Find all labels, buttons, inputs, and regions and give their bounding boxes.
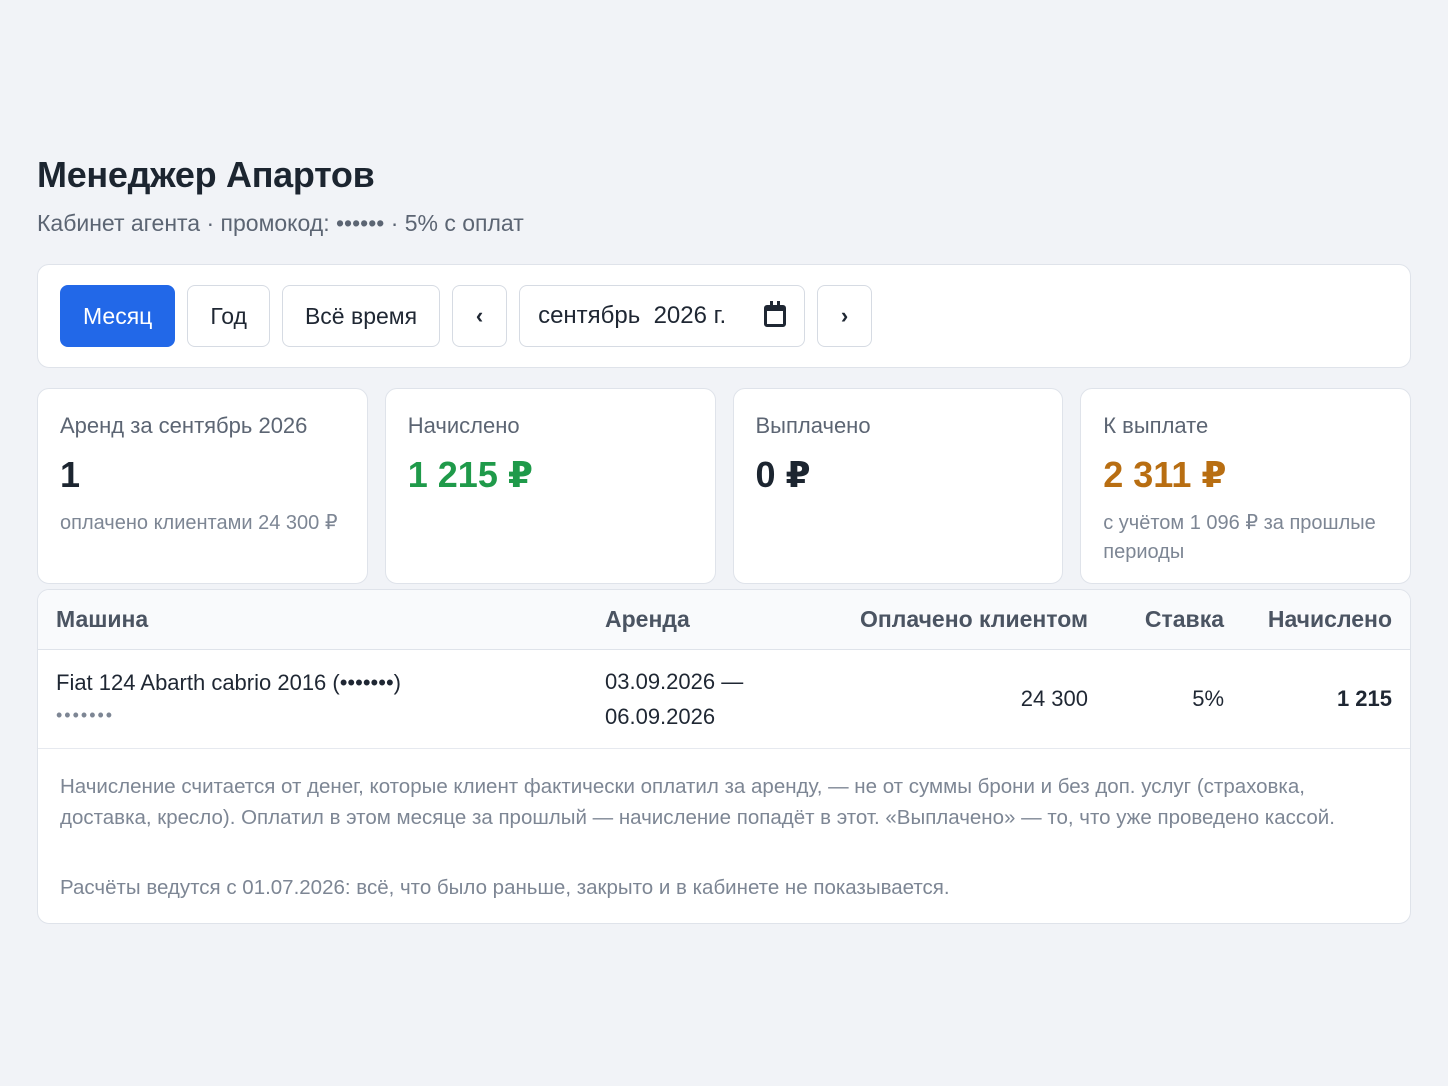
note-accrual-rules: Начисление считается от денег, которые к… (60, 774, 1335, 830)
period-toolbar: Месяц Год Всё время ‹ сентябрь 2026 г. › (37, 264, 1411, 368)
next-period-button[interactable]: › (817, 285, 873, 347)
month-picker[interactable]: сентябрь 2026 г. (519, 285, 806, 347)
rentals-card: Аренд за сентябрь 2026 1 оплачено клиент… (37, 388, 368, 584)
chevron-right-icon: › (840, 303, 849, 328)
accrued-card: Начислено 1 215 ₽ (384, 388, 716, 584)
car-name: Fiat 124 Abarth cabrio 2016 (•••••••) (56, 669, 401, 695)
rental-from: 03.09.2026 — (605, 668, 744, 694)
paid-card: Выплачено 0 ₽ (732, 388, 1064, 584)
paid-label: Выплачено (755, 413, 871, 438)
accruals-table: Машина Аренда Оплачено клиентом Ставка Н… (38, 590, 1410, 749)
col-rate: Ставка (1106, 590, 1242, 650)
accruals-table-panel: Машина Аренда Оплачено клиентом Ставка Н… (37, 589, 1411, 924)
page-title: Менеджер Апартов (37, 154, 375, 195)
table-row: Fiat 124 Abarth cabrio 2016 (•••••••) ••… (38, 649, 1410, 749)
chevron-left-icon: ‹ (475, 303, 484, 328)
rental-to: 06.09.2026 (605, 703, 716, 729)
paid-value: 0 ₽ (755, 454, 811, 495)
note-calculation-start: Расчёты ведутся с 01.07.2026: всё, что б… (60, 875, 950, 899)
period-all-time-button[interactable]: Всё время (281, 285, 441, 347)
to-pay-value: 2 311 ₽ (1103, 454, 1227, 495)
to-pay-label: К выплате (1103, 413, 1209, 438)
prev-period-button[interactable]: ‹ (452, 285, 508, 347)
page-subtitle: Кабинет агента · промокод: •••••• · 5% с… (37, 210, 524, 236)
rentals-note: оплачено клиентами 24 300 ₽ (60, 512, 338, 534)
cell-rate: 5% (1106, 649, 1242, 749)
rentals-label: Аренд за сентябрь 2026 (60, 413, 308, 438)
col-rental: Аренда (587, 590, 827, 650)
month-picker-value: сентябрь 2026 г. (538, 302, 727, 329)
cell-car: Fiat 124 Abarth cabrio 2016 (•••••••) ••… (38, 649, 587, 749)
explanation-notes: Начисление считается от денег, которые к… (38, 749, 1410, 924)
col-accrued: Начислено (1242, 590, 1410, 650)
period-year-button[interactable]: Год (187, 285, 270, 347)
accrued-label: Начислено (407, 413, 520, 438)
cell-accrued: 1 215 (1242, 649, 1410, 749)
accrued-value: 1 215 ₽ (407, 454, 533, 495)
col-paid-by-client: Оплачено клиентом (827, 590, 1106, 650)
to-pay-card: К выплате 2 311 ₽ с учётом 1 096 ₽ за пр… (1080, 388, 1411, 584)
cell-paid-by-client: 24 300 (827, 649, 1106, 749)
car-plate: ••••••• (56, 704, 115, 725)
period-month-button[interactable]: Месяц (60, 285, 176, 347)
rentals-value: 1 (60, 454, 81, 495)
col-car: Машина (38, 590, 587, 650)
agent-dashboard: Менеджер Апартов Кабинет агента · промок… (37, 150, 1411, 924)
calendar-icon[interactable] (764, 301, 787, 327)
table-header-row: Машина Аренда Оплачено клиентом Ставка Н… (38, 590, 1410, 650)
to-pay-note: с учётом 1 096 ₽ за прошлые периоды (1103, 512, 1376, 563)
cell-rental: 03.09.2026 — 06.09.2026 (587, 649, 827, 749)
summary-cards: Аренд за сентябрь 2026 1 оплачено клиент… (37, 388, 1411, 584)
